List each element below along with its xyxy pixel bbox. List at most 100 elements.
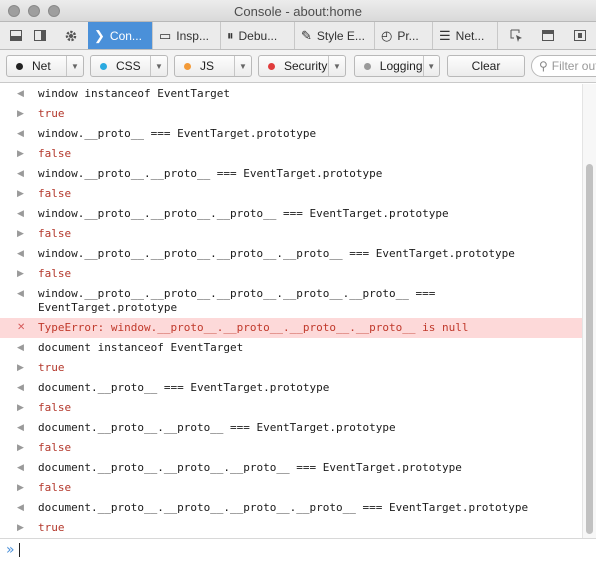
tab-network[interactable]: ☰ Net...	[432, 22, 498, 49]
input-arrow-icon: ◀	[17, 343, 24, 353]
chevron-down-icon[interactable]: ▼	[422, 56, 440, 76]
input-arrow-icon: ◀	[17, 209, 24, 219]
debugger-icon: ⏸	[227, 27, 234, 43]
output-arrow-icon: ▶	[17, 229, 24, 239]
logging-dot-icon	[364, 62, 371, 70]
console-input[interactable]: »	[0, 538, 596, 561]
console-scrollbar[interactable]	[582, 84, 596, 538]
message-text: window.__proto__ === EventTarget.prototy…	[38, 127, 317, 140]
tab-style-editor[interactable]: ✎ Style E...	[294, 22, 374, 49]
clear-button[interactable]: Clear	[447, 55, 525, 77]
error-icon: ✕	[17, 322, 26, 333]
input-arrow-icon: ◀	[17, 423, 24, 433]
console-error-message: ✕ TypeError: window.__proto__.__proto__._…	[0, 318, 582, 338]
console-output: ◀ window instanceof EventTarget ▶ true ◀ wind…	[0, 84, 582, 538]
output-arrow-icon: ▶	[17, 403, 24, 413]
text-caret	[19, 543, 20, 557]
performance-icon: ◴	[381, 27, 393, 43]
console-input-message: ◀ window.__proto__.__proto__.__proto__ ==…	[0, 204, 582, 224]
input-arrow-icon: ◀	[17, 463, 24, 473]
input-arrow-icon: ◀	[17, 89, 24, 99]
message-text: false	[38, 227, 72, 240]
chevron-down-icon[interactable]: ▼	[66, 56, 83, 76]
input-arrow-icon: ◀	[17, 169, 24, 179]
console-input-message: ◀ window.__proto__.__proto__.__proto__.__…	[0, 244, 582, 264]
chevron-down-icon[interactable]: ▼	[328, 56, 345, 76]
chevron-down-icon[interactable]: ▼	[234, 56, 251, 76]
message-text: true	[38, 107, 65, 120]
filter-js-button[interactable]: JS ▼	[174, 55, 252, 77]
split-console-icon[interactable]	[540, 22, 556, 49]
console-input-message: ◀ window instanceof EventTarget	[0, 84, 582, 104]
dock-side-icon[interactable]	[32, 22, 48, 49]
dock-bottom-icon[interactable]	[8, 22, 24, 49]
output-arrow-icon: ▶	[17, 109, 24, 119]
console-result-message: ▶ false	[0, 184, 582, 204]
filter-logging-button[interactable]: Logging ▼	[354, 55, 440, 77]
tab-performance[interactable]: ◴ Pr...	[374, 22, 432, 49]
input-arrow-icon: ◀	[17, 289, 24, 299]
filter-search-input[interactable]: ⚲ Filter out	[531, 55, 596, 77]
devtools-toolbar: ❯ Con... ▭ Insp... ⏸ Debu... ✎ Style E..…	[0, 22, 596, 50]
gear-icon[interactable]	[62, 22, 80, 49]
title-bar: Console - about:home	[0, 0, 596, 22]
message-text: window.__proto__.__proto__ === EventTarg…	[38, 167, 383, 180]
message-text: false	[38, 267, 72, 280]
message-text: document.__proto__.__proto__ === EventTa…	[38, 421, 396, 434]
filter-bar: Net ▼ CSS ▼ JS ▼ Security ▼ Logging ▼ Cl…	[0, 50, 596, 83]
filter-css-button[interactable]: CSS ▼	[90, 55, 168, 77]
input-arrow-icon: ◀	[17, 129, 24, 139]
message-text: TypeError: window.__proto__.__proto__.__…	[38, 321, 469, 334]
tab-debugger[interactable]: ⏸ Debu...	[220, 22, 294, 49]
console-result-message: ▶ false	[0, 144, 582, 164]
console-icon: ❯	[94, 27, 105, 43]
tab-console[interactable]: ❯ Con...	[88, 22, 152, 49]
window-title: Console - about:home	[234, 4, 362, 19]
output-arrow-icon: ▶	[17, 523, 24, 533]
message-text: window.__proto__.__proto__.__proto__.__p…	[38, 287, 436, 314]
responsive-mode-icon[interactable]	[572, 22, 588, 49]
console-input-message: ◀ document.__proto__.__proto__ === EventT…	[0, 418, 582, 438]
inspector-icon: ▭	[159, 27, 172, 43]
message-text: false	[38, 147, 72, 160]
console-input-message: ◀ document.__proto__.__proto__.__proto__ …	[0, 458, 582, 478]
output-arrow-icon: ▶	[17, 269, 24, 279]
console-result-message: ▶ false	[0, 224, 582, 244]
console-result-message: ▶ false	[0, 264, 582, 284]
message-text: document instanceof EventTarget	[38, 341, 244, 354]
filter-security-button[interactable]: Security ▼	[258, 55, 346, 77]
message-text: true	[38, 521, 65, 534]
console-result-message: ▶ false	[0, 478, 582, 498]
console-result-message: ▶ true	[0, 518, 582, 538]
output-arrow-icon: ▶	[17, 483, 24, 493]
css-dot-icon	[100, 62, 107, 70]
console-input-message: ◀ window.__proto__ === EventTarget.protot…	[0, 124, 582, 144]
net-dot-icon	[16, 62, 23, 70]
console-input-message: ◀ document.__proto__ === EventTarget.prot…	[0, 378, 582, 398]
console-input-message: ◀ window.__proto__.__proto__.__proto__.__…	[0, 284, 582, 318]
tab-inspector[interactable]: ▭ Insp...	[152, 22, 220, 49]
element-picker-icon[interactable]	[508, 22, 524, 49]
input-arrow-icon: ◀	[17, 249, 24, 259]
input-arrow-icon: ◀	[17, 383, 24, 393]
message-text: document.__proto__.__proto__.__proto__._…	[38, 501, 529, 514]
filter-search-placeholder: Filter out	[551, 59, 596, 73]
style-editor-icon: ✎	[301, 27, 312, 43]
console-result-message: ▶ true	[0, 358, 582, 378]
prompt-chevron-icon: »	[6, 542, 15, 558]
message-text: false	[38, 187, 72, 200]
console-result-message: ▶ false	[0, 398, 582, 418]
console-result-message: ▶ true	[0, 104, 582, 124]
output-arrow-icon: ▶	[17, 443, 24, 453]
message-text: false	[38, 401, 72, 414]
network-icon: ☰	[439, 27, 451, 43]
search-icon: ⚲	[539, 59, 548, 73]
scrollbar-thumb[interactable]	[586, 164, 593, 534]
chevron-down-icon[interactable]: ▼	[150, 56, 167, 76]
message-text: window.__proto__.__proto__.__proto__ ===…	[38, 207, 449, 220]
filter-net-button[interactable]: Net ▼	[6, 55, 84, 77]
message-text: false	[38, 481, 72, 494]
console-input-message: ◀ document instanceof EventTarget	[0, 338, 582, 358]
input-arrow-icon: ◀	[17, 503, 24, 513]
message-text: document.__proto__.__proto__.__proto__ =…	[38, 461, 462, 474]
